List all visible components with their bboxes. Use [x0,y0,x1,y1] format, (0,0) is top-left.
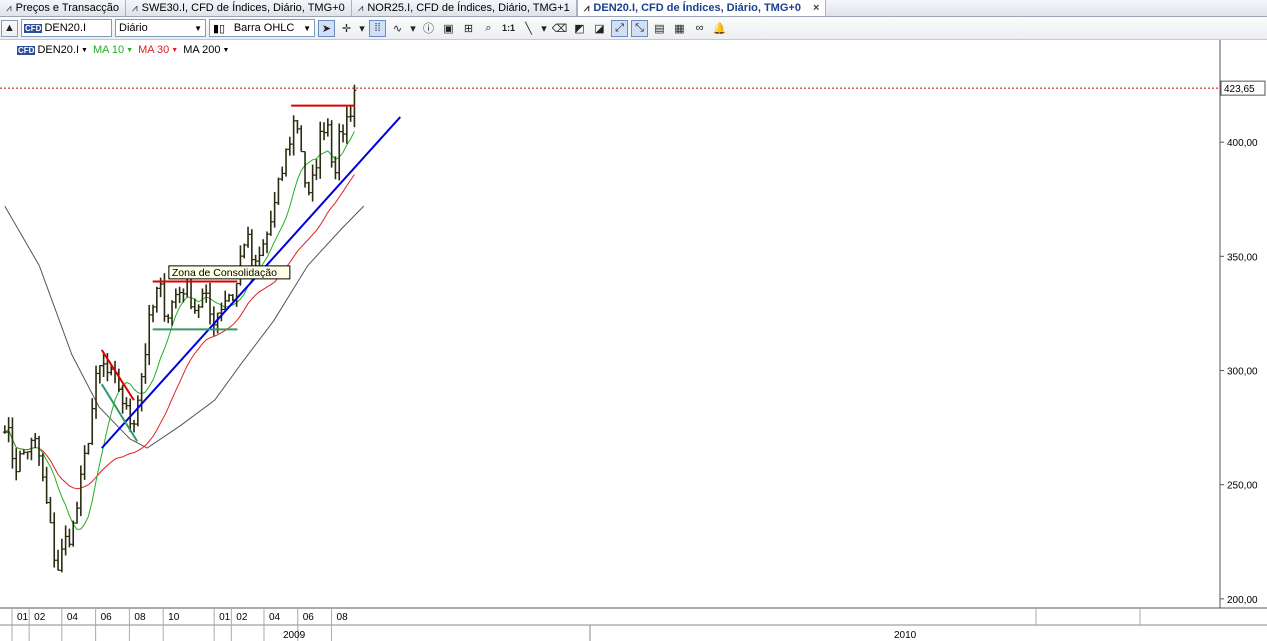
chart-type-value: Barra OHLC [233,22,295,34]
year-label: 2009 [283,630,306,641]
cfd-logo: CFD [24,23,43,33]
templates-button[interactable]: ▤ [651,20,668,37]
window-button[interactable]: ▣ [440,20,457,37]
autoscroll-button[interactable]: ⤢ [611,19,628,37]
price-tick-label: 250,00 [1227,481,1258,492]
symbol-selector[interactable]: CFD DEN20.I [21,19,112,37]
tab-prices[interactable]: ⩘ Preços e Transacção [0,0,126,16]
tab-den20[interactable]: ⩘ DEN20.I, CFD de Índices, Diário, TMG+0… [576,0,827,16]
price-tick-label: 200,00 [1227,595,1258,606]
price-tick-label: 400,00 [1227,138,1258,149]
pointer-tool-button[interactable]: ➤ [318,19,335,37]
line-tool-button[interactable]: ╲ [520,20,537,37]
price-tick-label: 300,00 [1227,367,1258,378]
time-tick-label: 08 [337,612,349,623]
zoom-reset-button[interactable]: 1:1 [500,20,517,37]
ma200-line [4,205,365,449]
indicator-menu-chevron-icon[interactable]: ▾ [409,20,417,37]
line-tool-chevron-icon[interactable]: ▾ [540,20,548,37]
shift-chart-button[interactable]: ⤡ [631,19,648,37]
indicator-button[interactable]: ∿ [389,20,406,37]
crosshair-menu-chevron-icon[interactable]: ▾ [358,20,366,37]
last-price-label: 423,65 [1224,84,1255,95]
eraser-button[interactable]: ⌫ [551,20,568,37]
time-tick-label: 01 [17,612,29,623]
collapse-up-button[interactable]: ▲ [1,19,18,37]
tab-label: SWE30.I, CFD de Índices, Diário, TMG+0 [141,2,345,14]
crosshair-tool-button[interactable]: ✛ [338,20,355,37]
time-tick-label: 08 [134,612,146,623]
alert-bell-icon[interactable]: 🔔 [711,20,728,37]
chart-icon: ⩘ [357,2,364,14]
chart-type-dropdown[interactable]: ▮▯ Barra OHLC ▼ [209,19,315,37]
time-tick-label: 04 [67,612,79,623]
magnet-button[interactable]: ◪ [591,20,608,37]
downtrend-lower-line [100,383,139,442]
chart-toolbar: ▲ CFD DEN20.I Diário ▼ ▮▯ Barra OHLC ▼ ➤… [0,17,1267,40]
snapshot-button[interactable]: ▦ [671,20,688,37]
uptrend-line [101,116,401,449]
time-tick-label: 06 [303,612,315,623]
chart-icon: ⩘ [6,2,12,14]
tab-label: Preços e Transacção [15,2,119,14]
ma30-line [4,174,355,490]
tab-nor25[interactable]: ⩘ NOR25.I, CFD de Índices, Diário, TMG+1 [352,0,577,16]
tab-swe30[interactable]: ⩘ SWE30.I, CFD de Índices, Diário, TMG+0 [126,0,352,16]
ruler-button[interactable]: ◩ [571,20,588,37]
price-tick-label: 350,00 [1227,252,1258,263]
chevron-down-icon: ▼ [303,23,311,33]
time-tick-label: 02 [34,612,46,623]
time-tick-label: 02 [236,612,248,623]
annotation-label: Zona de Consolidação [172,267,277,279]
time-tick-label: 06 [101,612,113,623]
time-tick-label: 01 [219,612,231,623]
period-dropdown[interactable]: Diário ▼ [115,19,206,37]
chevron-down-icon: ▼ [194,23,202,33]
chart-icon: ⩘ [131,2,138,14]
link-button[interactable]: ∞ [691,20,708,37]
info-button[interactable]: ⓘ [420,20,437,37]
symbol-value: DEN20.I [44,22,87,34]
grid-toggle-button[interactable]: ⁞⁞ [369,19,386,37]
close-tab-icon[interactable]: × [813,2,819,14]
tab-label: NOR25.I, CFD de Índices, Diário, TMG+1 [367,2,570,14]
chart-type-icon: ▮▯ [213,22,226,35]
period-value: Diário [119,22,148,34]
price-chart[interactable]: 200,00 250,00 300,00 350,00 400,00 01 02 04 06 08… [0,40,1267,641]
chart-icon: ⩘ [583,2,590,14]
tab-label: DEN20.I, CFD de Índices, Diário, TMG+0 [593,2,801,14]
year-label: 2010 [894,630,917,641]
zoom-button[interactable]: ⌕ [480,20,497,37]
time-tick-label: 04 [269,612,281,623]
tab-bar: ⩘ Preços e Transacção ⩘ SWE30.I, CFD de … [0,0,1267,17]
time-tick-label: 10 [168,612,180,623]
grid-button[interactable]: ⊞ [460,20,477,37]
